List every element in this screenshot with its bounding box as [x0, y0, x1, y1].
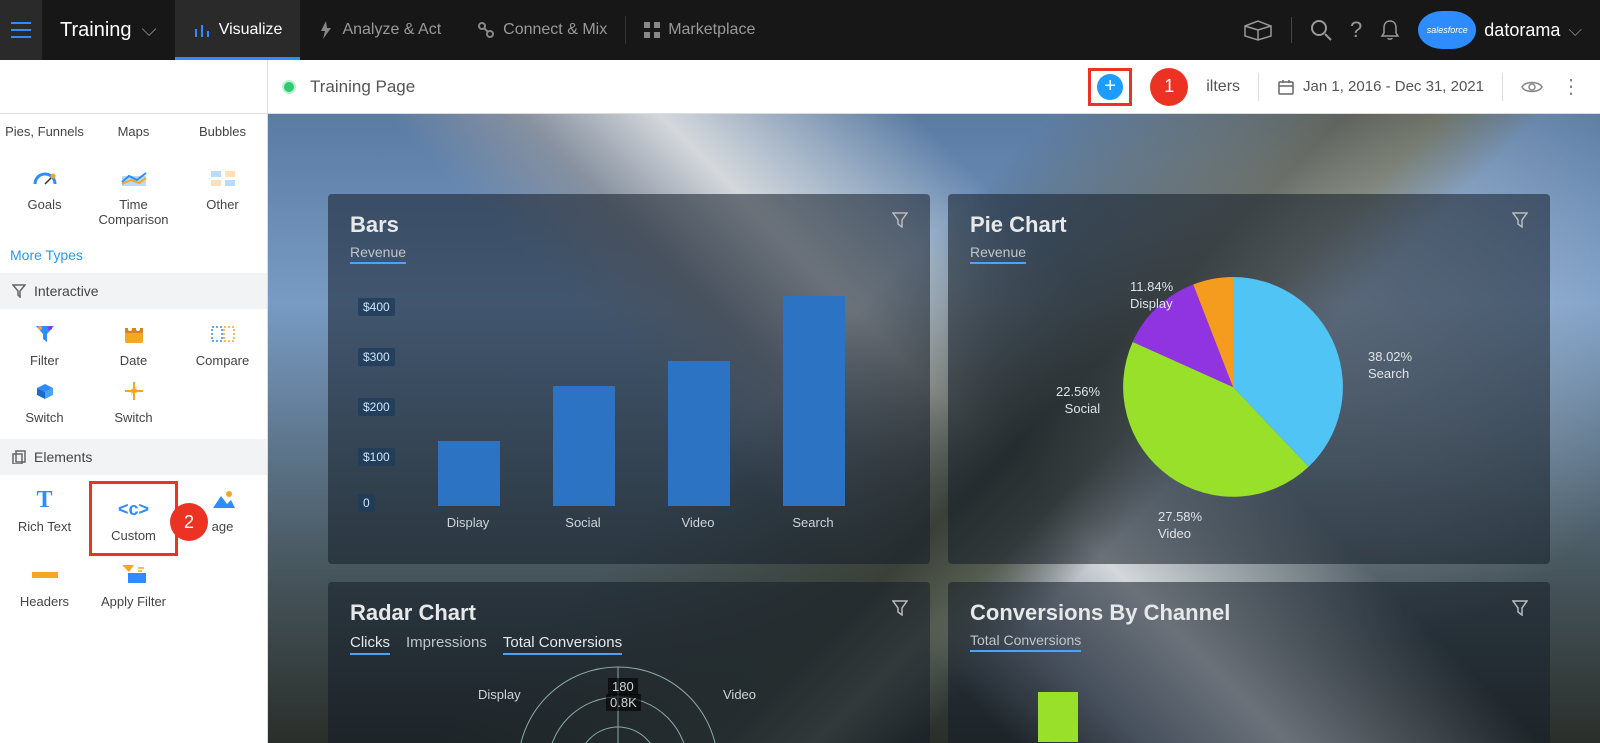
- filter-icon[interactable]: [892, 212, 908, 228]
- nav-label: Analyze & Act: [342, 21, 441, 39]
- eye-icon[interactable]: [1521, 79, 1543, 95]
- filters-label[interactable]: ilters: [1206, 78, 1240, 96]
- date-range-text: Jan 1, 2016 - Dec 31, 2021: [1303, 78, 1484, 95]
- widget-switch-2[interactable]: #Switch: [89, 372, 178, 429]
- bell-icon[interactable]: [1380, 19, 1400, 41]
- nav-label: Marketplace: [668, 21, 755, 39]
- nav-analyze[interactable]: Analyze & Act: [300, 0, 459, 60]
- filter-icon[interactable]: [1512, 600, 1528, 616]
- widget-title: Pie Chart: [970, 212, 1528, 238]
- widget-title: Radar Chart: [350, 600, 908, 626]
- page-status-dot: [282, 80, 296, 94]
- nav-visualize[interactable]: Visualize: [175, 0, 301, 60]
- nav-label: Connect & Mix: [503, 21, 607, 39]
- widget-type-bubbles[interactable]: Bubbles: [178, 120, 267, 143]
- widget-subtitle: Revenue: [350, 244, 406, 264]
- filter-icon[interactable]: [1512, 212, 1528, 228]
- add-widget-button[interactable]: +: [1097, 74, 1123, 100]
- add-widget-highlight: +: [1088, 68, 1132, 106]
- widget-rich-text[interactable]: TRich Text: [0, 481, 89, 556]
- svg-text:#: #: [130, 384, 137, 398]
- workspace-name: Training: [60, 19, 132, 42]
- widget-compare[interactable]: Compare: [178, 315, 267, 372]
- tab-impressions[interactable]: Impressions: [406, 634, 487, 655]
- date-range-picker[interactable]: Jan 1, 2016 - Dec 31, 2021: [1277, 78, 1484, 96]
- widget-type-goals[interactable]: Goals: [0, 159, 89, 231]
- salesforce-cloud-icon: salesforce: [1418, 11, 1476, 49]
- more-menu-icon[interactable]: ⋮: [1561, 74, 1580, 99]
- widget-subtitle: Total Conversions: [970, 632, 1081, 652]
- more-types-link[interactable]: More Types: [10, 247, 83, 263]
- widget-radar[interactable]: Radar Chart Clicks Impressions Total Con…: [328, 582, 930, 743]
- hamburger-menu[interactable]: [0, 0, 42, 60]
- nav-label: Visualize: [219, 21, 283, 39]
- widget-title: Bars: [350, 212, 908, 238]
- widget-date[interactable]: Date: [89, 315, 178, 372]
- nav-marketplace[interactable]: Marketplace: [626, 0, 773, 60]
- widget-type-other[interactable]: Other: [178, 159, 267, 231]
- filter-icon[interactable]: [892, 600, 908, 616]
- tab-total-conversions[interactable]: Total Conversions: [503, 634, 622, 655]
- widget-subtitle: Revenue: [970, 244, 1026, 264]
- tab-clicks[interactable]: Clicks: [350, 634, 390, 655]
- page-title: Training Page: [310, 77, 415, 97]
- widget-pie[interactable]: Pie Chart Revenue 11.84%Display 22.56%So…: [948, 194, 1550, 564]
- callout-2: 2: [170, 503, 208, 541]
- section-interactive: Interactive: [0, 273, 267, 309]
- conversions-chart: [978, 682, 1478, 742]
- box-icon[interactable]: [1243, 19, 1273, 41]
- callout-1: 1: [1150, 68, 1188, 106]
- widget-apply-filter[interactable]: Apply Filter: [89, 556, 178, 613]
- widget-type-time-comparison[interactable]: Time Comparison: [89, 159, 178, 231]
- widget-filter[interactable]: Filter: [0, 315, 89, 372]
- widget-title: Conversions By Channel: [970, 600, 1528, 626]
- widget-custom[interactable]: <c>Custom: [89, 481, 178, 556]
- widget-bars[interactable]: Bars Revenue $400 $300 $200 $100 0 Displ…: [328, 194, 930, 564]
- section-elements: Elements: [0, 439, 267, 475]
- search-icon[interactable]: [1310, 19, 1332, 41]
- brand-chevron-icon[interactable]: ⌵: [1568, 20, 1582, 41]
- widget-type-maps[interactable]: Maps: [89, 120, 178, 143]
- widget-conversions[interactable]: Conversions By Channel Total Conversions: [948, 582, 1550, 743]
- workspace-chevron-icon[interactable]: ⌵: [142, 19, 157, 42]
- bar-chart: $400 $300 $200 $100 0 Display Social Vid…: [358, 294, 910, 534]
- help-icon[interactable]: ?: [1350, 17, 1362, 43]
- nav-connect[interactable]: Connect & Mix: [459, 0, 625, 60]
- widget-headers[interactable]: Headers: [0, 556, 89, 613]
- widget-type-pies-funnels[interactable]: Pies, Funnels: [0, 120, 89, 143]
- brand-name: datorama: [1484, 20, 1560, 41]
- widget-switch-1[interactable]: Switch: [0, 372, 89, 429]
